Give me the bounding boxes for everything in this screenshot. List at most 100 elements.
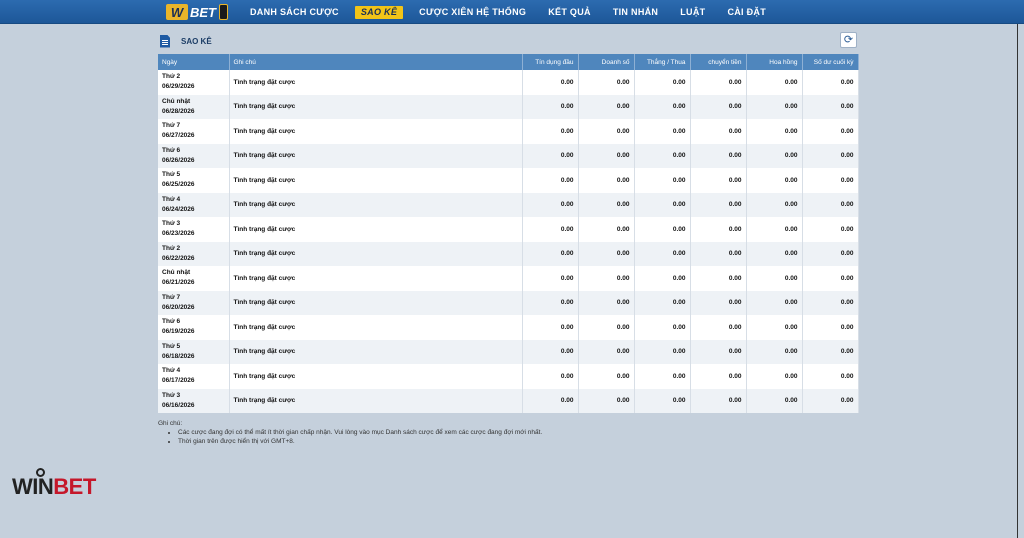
day-label: Thứ 3 [162,220,181,228]
note-cell[interactable]: Tình trạng đặt cược [229,94,523,119]
note-cell[interactable]: Tình trạng đặt cược [229,388,523,413]
value-cell: 0.00 [522,70,579,95]
nav-item-3[interactable]: KẾT QUẢ [542,6,597,19]
value-cell: 0.00 [634,339,691,364]
value-cell: 0.00 [690,94,747,119]
value-cell: 0.00 [746,119,803,144]
value-cell: 0.00 [578,70,635,95]
value-cell: 0.00 [522,192,579,217]
brand-win: WIN [12,474,54,499]
day-label: Chủ nhật [162,97,191,105]
value-cell: 0.00 [690,70,747,95]
value-cell: 0.00 [690,119,747,144]
refresh-button[interactable]: ⟳ [840,32,857,48]
date-label: 06/24/2026 [162,205,195,213]
note-item: Các cược đang đợi có thể mất ít thời gia… [178,429,858,436]
value-cell: 0.00 [802,143,859,168]
date-label: 06/25/2026 [162,181,195,189]
document-icon [160,34,170,48]
value-cell: 0.00 [522,266,579,291]
nav-item-5[interactable]: LUẬT [674,6,711,19]
panel-header: SAO KÊ ⟳ [158,28,858,54]
note-cell[interactable]: Tình trạng đặt cược [229,339,523,364]
value-cell: 0.00 [746,339,803,364]
value-cell: 0.00 [578,290,635,315]
value-cell: 0.00 [578,339,635,364]
note-cell[interactable]: Tình trạng đặt cược [229,70,523,95]
note-cell[interactable]: Tình trạng đặt cược [229,290,523,315]
value-cell: 0.00 [522,241,579,266]
table-row: Thứ 4 06/17/2026 Tình trạng đặt cược 0.00 0.… [158,364,859,389]
value-cell: 0.00 [802,70,859,95]
site-logo[interactable]: W BET [166,3,239,21]
note-cell[interactable]: Tình trạng đặt cược [229,143,523,168]
table-header-row: Ngày Ghi chú Tín dụng đầu Doanh số Thắng / T… [158,54,859,70]
nav-item-0[interactable]: DANH SÁCH CƯỢC [244,6,345,19]
value-cell: 0.00 [690,339,747,364]
value-cell: 0.00 [522,315,579,340]
value-cell: 0.00 [690,315,747,340]
page-scrollbar[interactable] [1017,24,1018,538]
date-cell: Thứ 6 06/19/2026 [158,315,230,340]
note-cell[interactable]: Tình trạng đặt cược [229,315,523,340]
brand-bet: BET [53,474,96,499]
panel-title: SAO KÊ [181,36,212,46]
note-cell[interactable]: Tình trạng đặt cược [229,192,523,217]
date-cell: Thứ 5 06/25/2026 [158,168,230,193]
date-cell: Thứ 7 06/20/2026 [158,290,230,315]
value-cell: 0.00 [746,241,803,266]
logo-badge-icon [219,4,228,20]
day-label: Thứ 5 [162,342,181,350]
note-cell[interactable]: Tình trạng đặt cược [229,217,523,242]
value-cell: 0.00 [578,119,635,144]
statement-table: Ngày Ghi chú Tín dụng đầu Doanh số Thắng / T… [158,54,859,413]
nav-item-2[interactable]: CƯỢC XIÊN HỆ THỐNG [413,6,532,19]
table-row: Thứ 5 06/25/2026 Tình trạng đặt cược 0.00 0.… [158,168,859,193]
table-row: Chủ nhật 06/28/2026 Tình trạng đặt cược 0.0… [158,94,859,119]
value-cell: 0.00 [578,266,635,291]
table-row: Thứ 2 06/22/2026 Tình trạng đặt cược 0.00 0.… [158,241,859,266]
value-cell: 0.00 [522,168,579,193]
value-cell: 0.00 [802,94,859,119]
refresh-icon: ⟳ [843,34,854,46]
date-cell: Thứ 2 06/29/2026 [158,70,230,95]
value-cell: 0.00 [802,315,859,340]
value-cell: 0.00 [522,94,579,119]
value-cell: 0.00 [746,143,803,168]
date-cell: Chủ nhật 06/21/2026 [158,266,230,291]
nav-item-4[interactable]: TIN NHẮN [607,6,664,19]
brand-logo: WINBET [12,468,96,504]
note-cell[interactable]: Tình trạng đặt cược [229,168,523,193]
note-cell[interactable]: Tình trạng đặt cược [229,266,523,291]
value-cell: 0.00 [746,70,803,95]
value-cell: 0.00 [578,364,635,389]
value-cell: 0.00 [802,241,859,266]
value-cell: 0.00 [522,143,579,168]
date-cell: Thứ 7 06/27/2026 [158,119,230,144]
date-label: 06/20/2026 [162,303,195,311]
nav-item-6[interactable]: CÀI ĐẶT [721,6,772,19]
value-cell: 0.00 [746,364,803,389]
value-cell: 0.00 [746,266,803,291]
date-label: 06/23/2026 [162,230,195,238]
value-cell: 0.00 [746,388,803,413]
value-cell: 0.00 [690,241,747,266]
table-row: Thứ 5 06/18/2026 Tình trạng đặt cược 0.00 0.… [158,339,859,364]
note-cell[interactable]: Tình trạng đặt cược [229,241,523,266]
nav-item-1[interactable]: SAO KÊ [354,5,404,19]
date-cell: Thứ 4 06/17/2026 [158,364,230,389]
value-cell: 0.00 [802,119,859,144]
note-item: Thời gian trên được hiển thị với GMT+8. [178,438,858,445]
value-cell: 0.00 [522,217,579,242]
note-cell[interactable]: Tình trạng đặt cược [229,364,523,389]
value-cell: 0.00 [522,388,579,413]
table-row: Thứ 7 06/27/2026 Tình trạng đặt cược 0.00 0.… [158,119,859,144]
day-label: Thứ 2 [162,244,181,252]
note-cell[interactable]: Tình trạng đặt cược [229,119,523,144]
value-cell: 0.00 [746,168,803,193]
value-cell: 0.00 [634,266,691,291]
value-cell: 0.00 [634,364,691,389]
value-cell: 0.00 [690,192,747,217]
value-cell: 0.00 [746,217,803,242]
value-cell: 0.00 [746,192,803,217]
